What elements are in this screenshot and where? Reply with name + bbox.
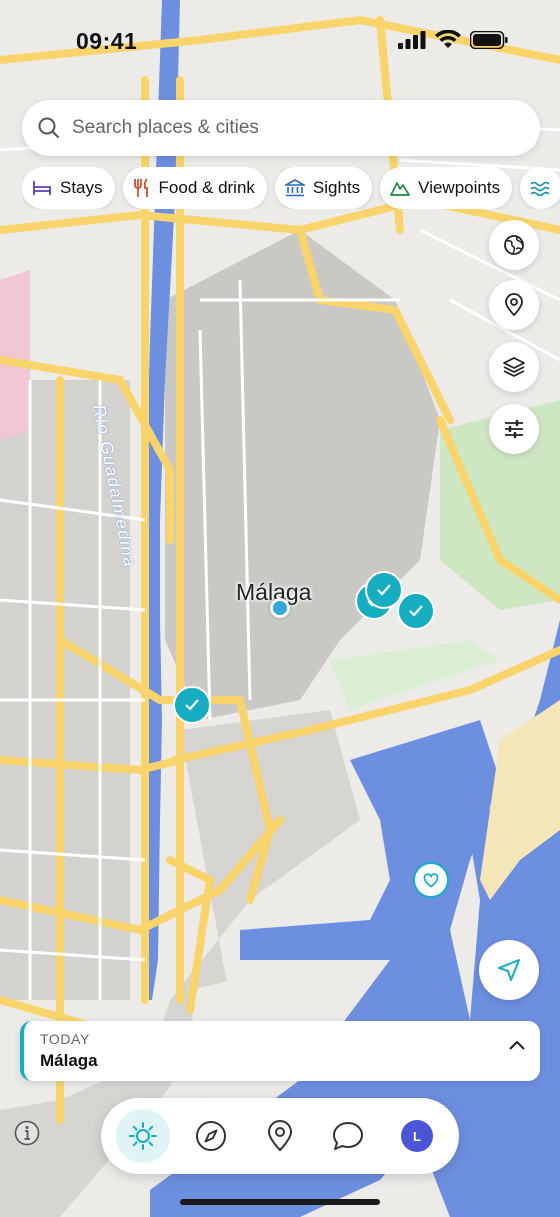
search-icon: [38, 117, 59, 138]
check-icon: [409, 605, 423, 617]
tab-explore[interactable]: [184, 1109, 238, 1163]
check-icon: [377, 584, 391, 596]
battery-icon: [470, 30, 508, 49]
tab-profile[interactable]: L: [390, 1109, 444, 1163]
tab-chat[interactable]: [321, 1109, 375, 1163]
chip-label: Viewpoints: [418, 178, 501, 197]
mountain-icon: [390, 182, 411, 196]
search-input[interactable]: [72, 117, 492, 139]
sliders-icon: [505, 420, 523, 438]
fork-knife-icon: [133, 178, 148, 197]
category-chips: Stays Food & drink Sights Viewpoints: [22, 167, 560, 209]
chevron-up-icon[interactable]: [508, 1039, 526, 1051]
navigation-arrow-icon: [498, 959, 520, 981]
cellular-signal-icon: [398, 30, 426, 49]
sun-icon: [129, 1122, 157, 1150]
status-time: 09:41: [76, 28, 138, 54]
locate-me-button[interactable]: [479, 940, 539, 1000]
map-pin-icon: [267, 1120, 293, 1152]
map-pin-icon: [505, 293, 523, 317]
search-bar[interactable]: [22, 100, 540, 156]
chip-label: Stays: [60, 178, 103, 197]
today-place: Málaga: [40, 1051, 98, 1070]
tab-places[interactable]: [253, 1109, 307, 1163]
heart-icon: [423, 872, 439, 888]
today-card[interactable]: TODAY Málaga: [20, 1021, 540, 1081]
status-icons: [398, 30, 508, 49]
globe-button[interactable]: [489, 220, 539, 270]
chip-sights[interactable]: Sights: [274, 167, 373, 209]
tab-bar: L: [101, 1098, 459, 1174]
status-bar: 09:41: [0, 0, 560, 84]
globe-icon: [504, 235, 524, 255]
chip-waves[interactable]: [520, 167, 560, 209]
chip-label: Food & drink: [158, 178, 255, 197]
waves-icon: [530, 181, 550, 196]
check-icon: [185, 699, 199, 711]
layers-button[interactable]: [489, 342, 539, 392]
compass-icon: [196, 1121, 226, 1151]
visited-place-marker[interactable]: [397, 592, 435, 630]
tab-today[interactable]: [116, 1109, 170, 1163]
bed-icon: [33, 181, 51, 195]
home-indicator[interactable]: [180, 1199, 380, 1205]
wifi-icon: [435, 30, 461, 48]
chat-bubble-icon: [333, 1122, 363, 1150]
pin-filter-button[interactable]: [489, 280, 539, 330]
chip-label: Sights: [312, 178, 361, 197]
chip-viewpoints[interactable]: Viewpoints: [380, 167, 513, 209]
visited-place-marker[interactable]: [173, 686, 211, 724]
avatar: L: [401, 1120, 433, 1152]
today-kicker: TODAY: [40, 1031, 90, 1047]
current-location-dot: [270, 598, 290, 618]
layers-icon: [503, 357, 525, 377]
info-icon[interactable]: [14, 1120, 40, 1146]
filters-button[interactable]: [489, 404, 539, 454]
landmark-icon: [284, 179, 305, 197]
chip-stays[interactable]: Stays: [22, 167, 115, 209]
saved-place-marker[interactable]: [413, 862, 449, 898]
chip-food-drink[interactable]: Food & drink: [122, 167, 267, 209]
